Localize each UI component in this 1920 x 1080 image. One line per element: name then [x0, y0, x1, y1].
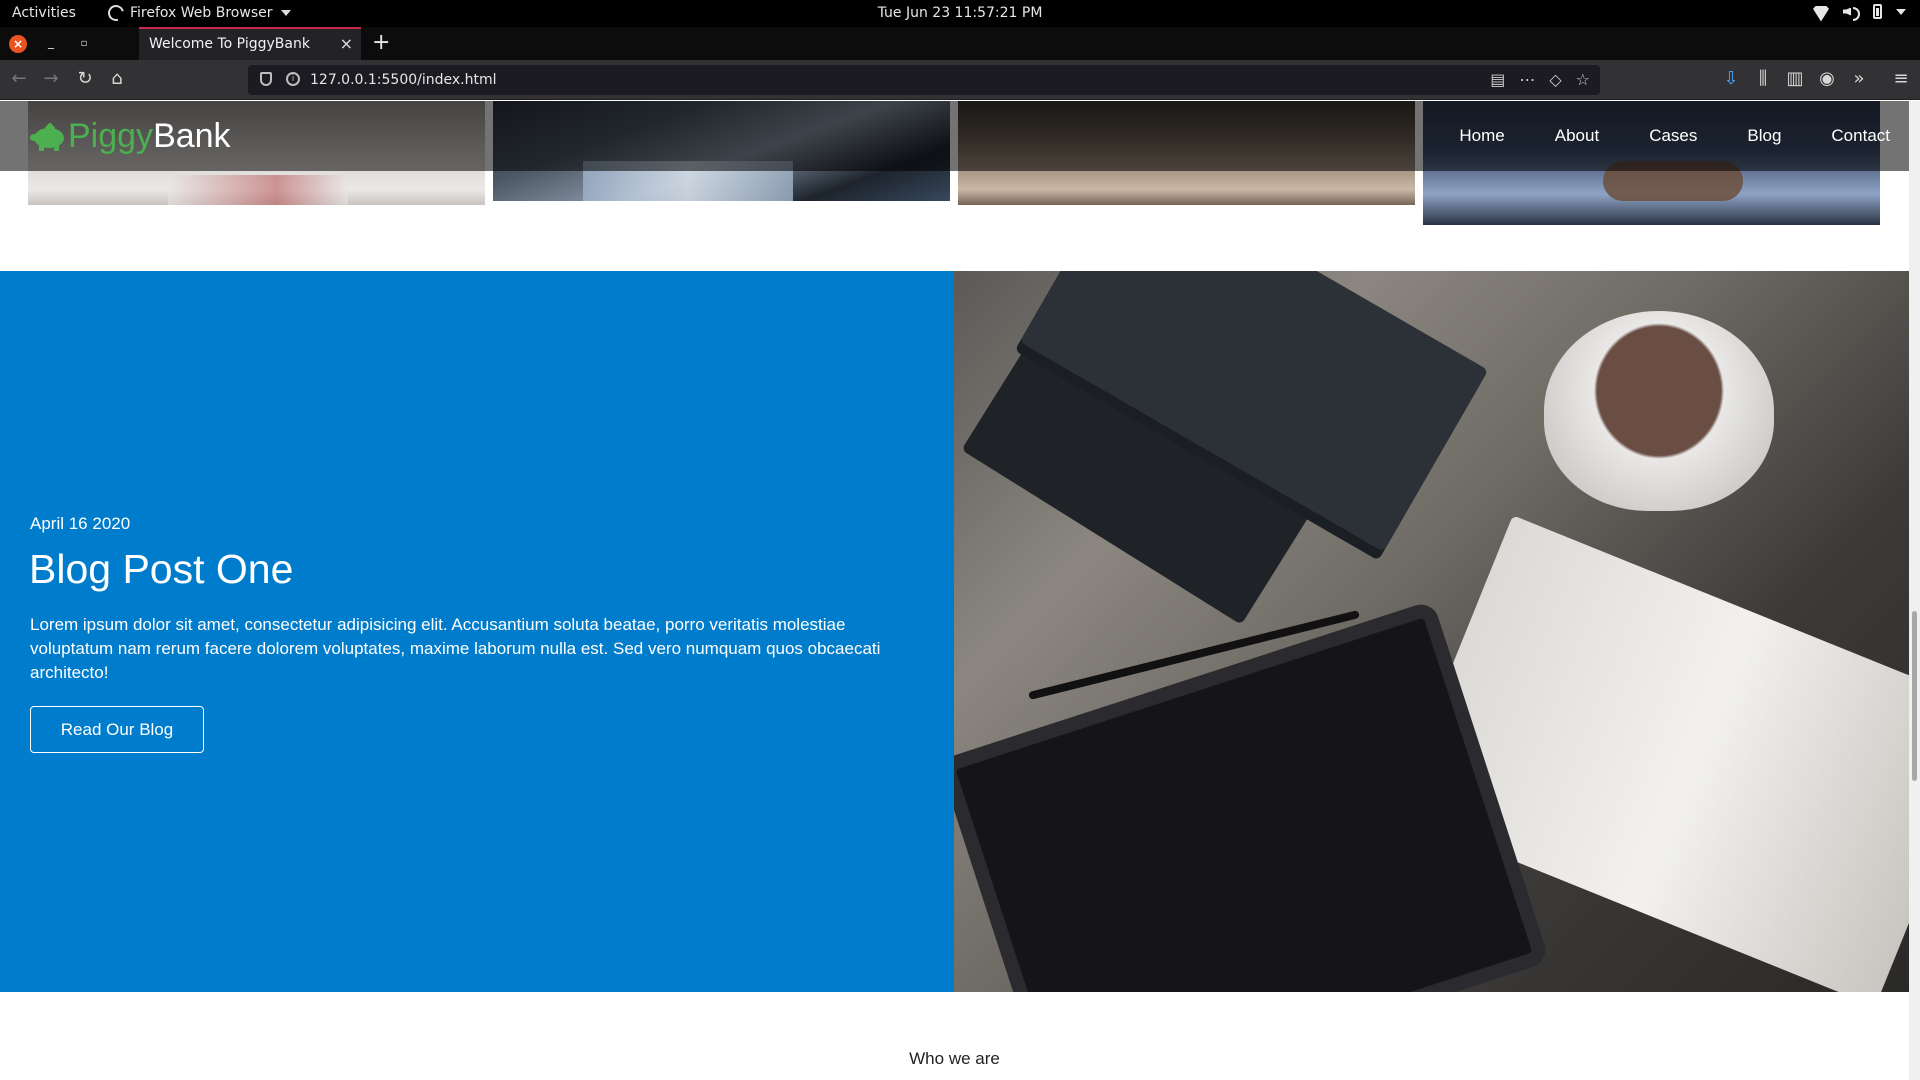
- back-icon[interactable]: ←: [8, 68, 30, 89]
- chevron-down-icon: [1896, 8, 1906, 15]
- tab-title: Welcome To PiggyBank: [149, 36, 310, 52]
- page-viewport: Piggy Bank Home About Cases Blog Contact …: [0, 101, 1909, 1080]
- volume-icon: [1843, 5, 1860, 21]
- firefox-icon: [105, 2, 127, 24]
- blog-image: [954, 271, 1909, 992]
- nav-home[interactable]: Home: [1459, 126, 1504, 146]
- window-restore-button[interactable]: ▫: [75, 35, 93, 53]
- main-nav: Home About Cases Blog Contact: [1409, 126, 1890, 146]
- window-minimize-button[interactable]: _: [42, 35, 60, 53]
- coffee-cup-shape: [1544, 311, 1774, 511]
- site-logo[interactable]: Piggy Bank: [30, 117, 231, 156]
- app-menu[interactable]: Firefox Web Browser: [105, 2, 291, 24]
- browser-tab[interactable]: Welcome To PiggyBank ×: [139, 27, 361, 60]
- system-top-bar: Activities Firefox Web Browser Tue Jun 2…: [0, 0, 1920, 27]
- window-close-button[interactable]: ×: [9, 35, 27, 53]
- hamburger-menu-icon[interactable]: ≡: [1890, 68, 1912, 89]
- tab-close-icon[interactable]: ×: [340, 34, 353, 53]
- bookmark-star-icon[interactable]: ☆: [1576, 70, 1590, 89]
- blog-content-panel: April 16 2020 Blog Post One Lorem ipsum …: [0, 271, 954, 992]
- wifi-icon: [1813, 6, 1829, 18]
- home-icon[interactable]: ⌂: [106, 68, 128, 89]
- app-menu-label: Firefox Web Browser: [130, 5, 273, 21]
- scrollbar-thumb[interactable]: [1912, 611, 1917, 781]
- url-text[interactable]: 127.0.0.1:5500/index.html: [310, 72, 497, 88]
- tab-strip: × _ ▫ Welcome To PiggyBank × +: [0, 27, 1920, 60]
- chevron-down-icon: [280, 10, 291, 16]
- pocket-icon[interactable]: ◇: [1549, 70, 1561, 89]
- navigation-toolbar: ← → ↻ ⌂ i 127.0.0.1:5500/index.html ▤ ⋯ …: [0, 60, 1920, 100]
- nav-about[interactable]: About: [1555, 126, 1599, 146]
- page-scrollbar[interactable]: [1909, 101, 1920, 1080]
- read-our-blog-button[interactable]: Read Our Blog: [30, 706, 204, 753]
- account-icon[interactable]: ◉: [1816, 68, 1838, 89]
- blog-title: Blog Post One: [29, 546, 294, 592]
- nav-cases[interactable]: Cases: [1649, 126, 1697, 146]
- library-icon[interactable]: ⫼: [1752, 68, 1774, 89]
- logo-text-piggy: Piggy: [68, 117, 154, 155]
- blog-date: April 16 2020: [30, 514, 131, 533]
- site-info-icon[interactable]: i: [286, 72, 300, 86]
- page-actions-icon[interactable]: ⋯: [1519, 70, 1535, 89]
- activities-button[interactable]: Activities: [12, 5, 76, 21]
- blog-excerpt: Lorem ipsum dolor sit amet, consectetur …: [30, 615, 881, 682]
- tracking-shield-icon[interactable]: [260, 72, 272, 86]
- site-header: Piggy Bank Home About Cases Blog Contact: [0, 101, 1909, 171]
- overflow-menu-icon[interactable]: »: [1848, 68, 1870, 89]
- sidebar-icon[interactable]: ▥: [1784, 68, 1806, 89]
- new-tab-button[interactable]: +: [372, 30, 390, 55]
- logo-text-bank: Bank: [153, 117, 231, 155]
- reader-view-icon[interactable]: ▤: [1490, 70, 1505, 89]
- system-tray[interactable]: [1813, 4, 1906, 21]
- piggy-bank-icon: [30, 121, 66, 152]
- who-we-are-heading: Who we are: [909, 1049, 1000, 1068]
- address-bar[interactable]: i 127.0.0.1:5500/index.html ▤ ⋯ ◇ ☆: [248, 65, 1600, 95]
- blog-section: April 16 2020 Blog Post One Lorem ipsum …: [0, 271, 1909, 992]
- downloads-icon[interactable]: ⇩: [1720, 68, 1742, 89]
- nav-blog[interactable]: Blog: [1747, 126, 1781, 146]
- nav-contact[interactable]: Contact: [1831, 126, 1890, 146]
- reload-icon[interactable]: ↻: [74, 68, 96, 89]
- forward-icon[interactable]: →: [40, 68, 62, 89]
- battery-icon: [1873, 4, 1882, 19]
